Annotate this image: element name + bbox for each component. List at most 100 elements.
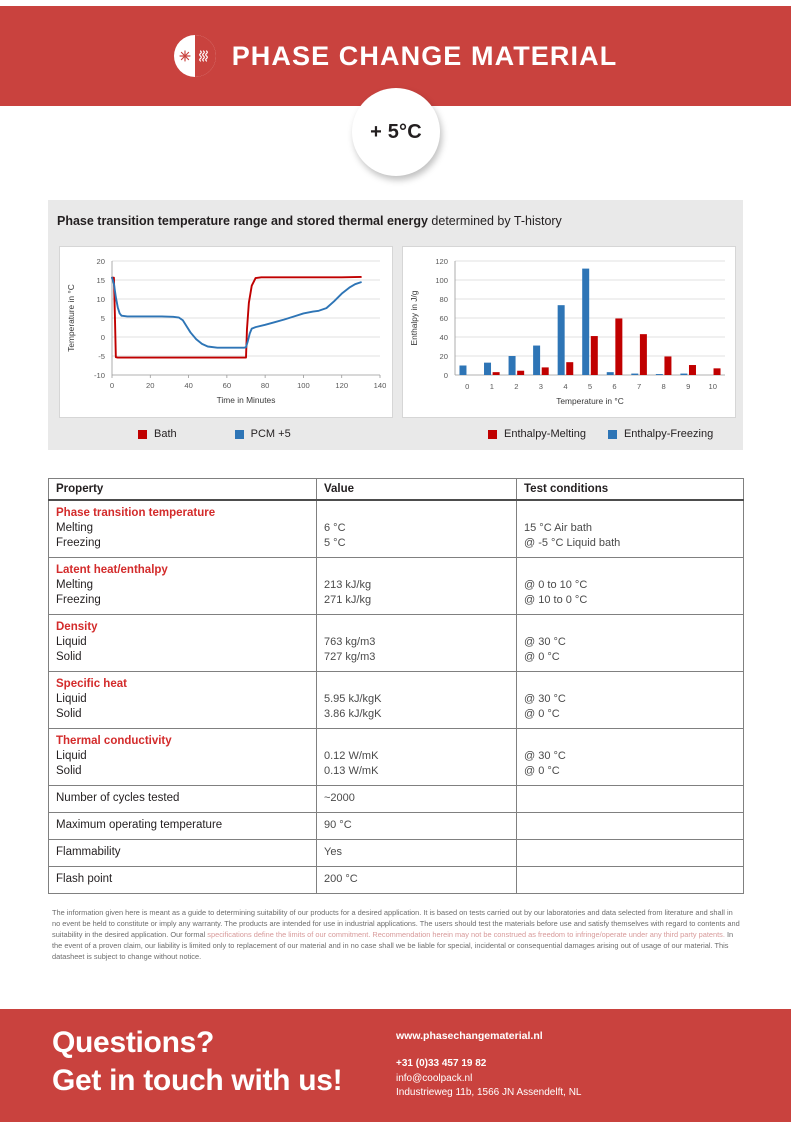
- property-test-condition: @ 0 °C: [524, 651, 560, 663]
- property-value: 200 °C: [324, 873, 358, 885]
- svg-text:Temperature in °C: Temperature in °C: [66, 284, 76, 352]
- property-test-condition: @ 30 °C: [524, 750, 566, 762]
- table-header-value: Value: [316, 478, 517, 501]
- svg-text:20: 20: [440, 352, 448, 361]
- table-row: Maximum operating temperature 90 °C: [48, 812, 744, 840]
- svg-text:0: 0: [110, 381, 114, 390]
- svg-text:5: 5: [101, 314, 105, 323]
- brand-title: PHASE CHANGE MATERIAL: [231, 40, 618, 71]
- footer-contact-block: www.phasechangematerial.nl +31 (0)33 457…: [396, 1028, 581, 1101]
- table-cell-property: Phase transition temperature Melting Freez…: [48, 499, 317, 558]
- t-history-line-chart: -10 -5 0 5 10 15 20 0 20 40 60 80 100 120 140 Time in M…: [59, 246, 393, 418]
- disclaimer-text: The information given here is meant as a…: [52, 908, 740, 963]
- footer-phone[interactable]: +31 (0)33 457 19 82: [396, 1057, 581, 1072]
- footer-headline: Questions? Get in touch with us!: [52, 1024, 343, 1100]
- property-value: 0.12 W/mK: [324, 750, 379, 762]
- legend-label: Bath: [154, 428, 177, 440]
- property-value: 271 kJ/kg: [324, 594, 372, 606]
- property-group-title: Thermal conductivity: [56, 735, 172, 747]
- condition-spacer: [524, 677, 737, 692]
- svg-text:6: 6: [612, 382, 616, 391]
- svg-text:-10: -10: [94, 371, 105, 380]
- svg-text:7: 7: [637, 382, 641, 391]
- legend-item: Enthalpy-Freezing: [607, 428, 714, 440]
- enthalpy-chart-legend: Enthalpy-Melting Enthalpy-Freezing: [488, 426, 713, 442]
- property-sub-label: Solid: [56, 651, 82, 663]
- legend-item: Bath: [138, 428, 177, 440]
- table-cell-test-condition: @ 30 °C @ 0 °C: [516, 614, 744, 672]
- property-group-title: Phase transition temperature: [56, 507, 216, 519]
- svg-text:10: 10: [97, 295, 105, 304]
- property-label: Flash point: [56, 873, 113, 885]
- table-cell-property: Density Liquid Solid: [48, 614, 317, 672]
- disclaimer-line-4: specifications define the limits of our …: [207, 929, 725, 939]
- property-value: Yes: [324, 846, 342, 858]
- property-test-condition: 15 °C Air bath: [524, 522, 592, 534]
- table-cell-test-condition: @ 30 °C @ 0 °C: [516, 671, 744, 729]
- property-sub-label: Liquid: [56, 636, 87, 648]
- table-cell-value: Yes: [316, 839, 517, 867]
- condition-spacer: [524, 734, 737, 749]
- svg-text:2: 2: [514, 382, 518, 391]
- svg-text:100: 100: [435, 276, 448, 285]
- chart-panel: Phase transition temperature range and s…: [48, 200, 743, 450]
- table-cell-property: Latent heat/enthalpy Melting Freezing: [48, 557, 317, 615]
- footer-headline-line-2: Get in touch with us!: [52, 1064, 343, 1097]
- table-cell-value: 90 °C: [316, 812, 517, 840]
- chart-panel-title: Phase transition temperature range and s…: [57, 214, 562, 228]
- footer-address: Industrieweg 11b, 1566 JN Assendelft, NL: [396, 1087, 582, 1098]
- property-value: 5.95 kJ/kgK: [324, 693, 382, 705]
- property-group-title: Latent heat/enthalpy: [56, 564, 168, 576]
- table-cell-property: Flash point: [48, 866, 317, 894]
- svg-text:4: 4: [563, 382, 567, 391]
- legend-label: Enthalpy-Freezing: [623, 428, 714, 440]
- svg-text:Time in Minutes: Time in Minutes: [217, 395, 276, 405]
- svg-text:0: 0: [465, 382, 469, 391]
- properties-table-body: Phase transition temperature Melting Freez…: [48, 499, 744, 894]
- property-test-condition: @ 10 to 0 °C: [524, 594, 588, 606]
- table-cell-test-condition: 15 °C Air bath @ -5 °C Liquid bath: [516, 499, 744, 558]
- footer-email[interactable]: info@coolpack.nl: [396, 1072, 581, 1087]
- svg-text:-5: -5: [98, 352, 105, 361]
- svg-text:10: 10: [709, 382, 717, 391]
- svg-text:20: 20: [97, 257, 105, 266]
- legend-swatch-icon: [607, 429, 617, 439]
- legend-label: Enthalpy-Melting: [504, 428, 586, 440]
- svg-text:20: 20: [146, 381, 154, 390]
- table-cell-test-condition: [516, 866, 744, 894]
- table-cell-value: 200 °C: [316, 866, 517, 894]
- svg-text:80: 80: [440, 295, 448, 304]
- table-row: Density Liquid Solid 763 kg/m3 727 kg/m3 @ 30…: [48, 614, 744, 672]
- value-spacer: [324, 620, 510, 635]
- table-cell-property: Specific heat Liquid Solid: [48, 671, 317, 729]
- table-row: Specific heat Liquid Solid 5.95 kJ/kgK 3.86 …: [48, 671, 744, 729]
- property-value: 5 °C: [324, 537, 346, 549]
- condition-spacer: [524, 506, 737, 521]
- footer-headline-line-1: Questions?: [52, 1026, 215, 1059]
- property-value: 0.13 W/mK: [324, 765, 379, 777]
- value-spacer: [324, 734, 510, 749]
- legend-swatch-icon: [138, 429, 147, 439]
- property-value: ~2000: [324, 792, 355, 804]
- table-cell-value: 0.12 W/mK 0.13 W/mK: [316, 728, 517, 786]
- legend-label: PCM +5: [250, 428, 291, 440]
- property-sub-label: Solid: [56, 765, 82, 777]
- property-value: 3.86 kJ/kgK: [324, 708, 382, 720]
- svg-text:Temperature in °C: Temperature in °C: [556, 396, 624, 406]
- svg-text:0: 0: [444, 371, 448, 380]
- property-sub-label: Melting: [56, 579, 94, 591]
- table-row: Thermal conductivity Liquid Solid 0.12 W/mK…: [48, 728, 744, 786]
- table-cell-property: Flammability: [48, 839, 317, 867]
- footer-website-link[interactable]: www.phasechangematerial.nl: [396, 1028, 581, 1044]
- svg-text:Enthalpy in J/g: Enthalpy in J/g: [409, 290, 419, 345]
- chart-panel-title-bold: Phase transition temperature range and s…: [57, 214, 428, 228]
- property-value: 213 kJ/kg: [324, 579, 372, 591]
- property-sub-label: Liquid: [56, 750, 87, 762]
- property-test-condition: @ 0 °C: [524, 765, 560, 777]
- legend-swatch-icon: [234, 429, 244, 439]
- property-value: 727 kg/m3: [324, 651, 376, 663]
- svg-text:3: 3: [539, 382, 543, 391]
- svg-text:140: 140: [374, 381, 387, 390]
- svg-text:5: 5: [588, 382, 592, 391]
- property-label: Flammability: [56, 846, 121, 858]
